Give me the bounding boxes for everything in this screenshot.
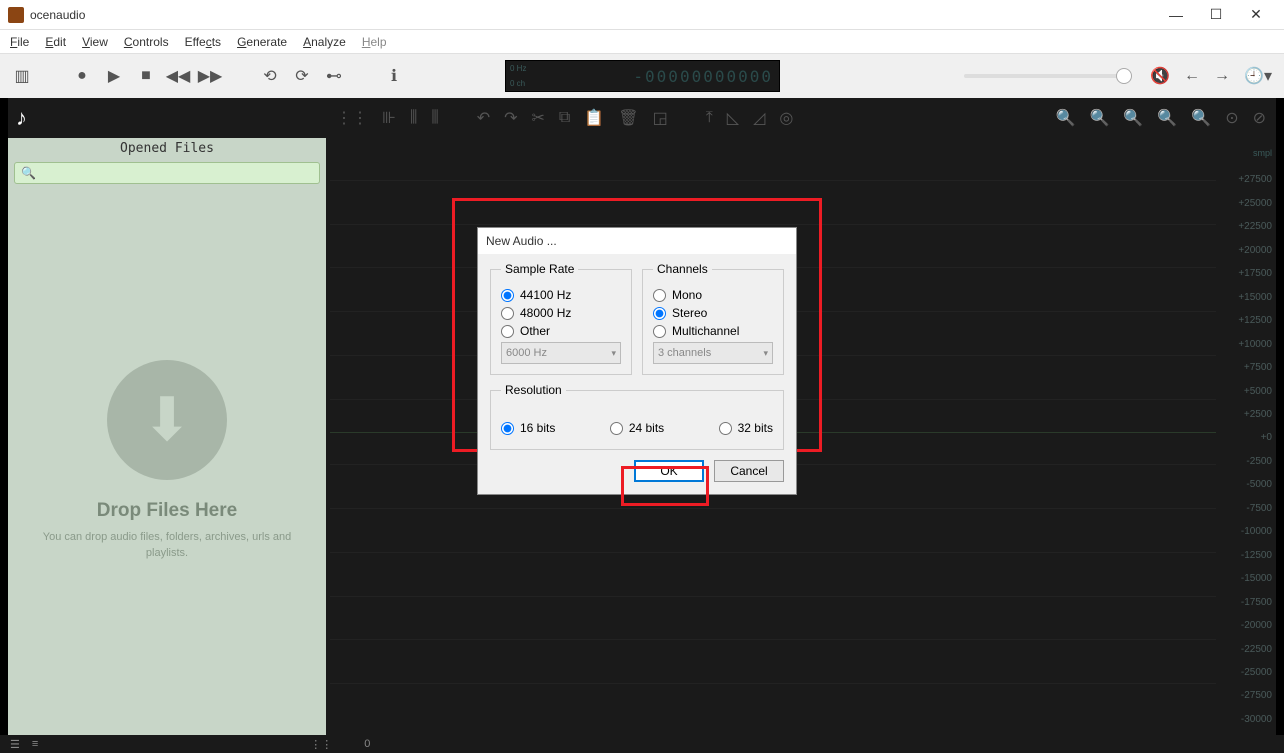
channels-legend: Channels	[653, 262, 712, 276]
tool1-icon[interactable]: ⊙	[1225, 108, 1238, 128]
drop-text: You can drop audio files, folders, archi…	[28, 530, 306, 561]
cancel-button[interactable]: Cancel	[714, 460, 784, 482]
menu-analyze[interactable]: Analyze	[303, 35, 346, 49]
sidebar-toggle-icon[interactable]: ▥	[10, 64, 34, 88]
copy-icon[interactable]: ⧉	[559, 109, 570, 127]
radio-24bits[interactable]: 24 bits	[610, 421, 664, 435]
chevron-down-icon: ▾	[611, 348, 616, 359]
menubar: File Edit View Controls Effects Generate…	[0, 30, 1284, 54]
record-icon[interactable]: ●	[70, 64, 94, 88]
meter-bot: 0 ch	[510, 79, 536, 88]
redo-icon[interactable]: ↷	[504, 108, 517, 128]
cut-icon[interactable]: ✂	[532, 108, 545, 128]
radio-48000[interactable]: 48000 Hz	[501, 306, 621, 320]
handle-icon[interactable]: ⋮⋮	[336, 108, 368, 128]
volume-slider[interactable]	[964, 74, 1124, 78]
stop-icon[interactable]: ■	[134, 64, 158, 88]
resolution-group: Resolution 16 bits 24 bits 32 bits	[490, 383, 784, 450]
search-icon: 🔍	[21, 166, 36, 180]
radio-stereo[interactable]: Stereo	[653, 306, 773, 320]
menu-help[interactable]: Help	[362, 35, 387, 49]
radio-multichannel[interactable]: Multichannel	[653, 324, 773, 338]
level-meter: 0 Hz 0 ch -00000000000	[505, 60, 780, 92]
menu-edit[interactable]: Edit	[45, 35, 66, 49]
channels-group: Channels Mono Stereo Multichannel 3 chan…	[642, 262, 784, 375]
menu-generate[interactable]: Generate	[237, 35, 287, 49]
canvas: ⋮⋮ ⊪ ⫼ ⫼ ↶ ↷ ✂ ⧉ 📋 🗑 ◲ ⤒ ◺ ◿ ◎ 🔍 🔍 🔍 🔍 🔍…	[326, 98, 1276, 735]
chevron-down-icon: ▾	[763, 348, 768, 359]
menu-view[interactable]: View	[82, 35, 108, 49]
menu-controls[interactable]: Controls	[124, 35, 169, 49]
dialog-title: New Audio ...	[478, 228, 796, 254]
app-icon	[8, 7, 24, 23]
undo-icon[interactable]: ↶	[477, 108, 490, 128]
ok-button[interactable]: OK	[634, 460, 704, 482]
next-icon[interactable]: →	[1214, 67, 1230, 85]
amplitude-ruler: smpl +27500 +25000 +22500 +20000 +17500 …	[1222, 148, 1272, 725]
zoom-in-icon[interactable]: 🔍	[1056, 108, 1076, 128]
fade-in-icon[interactable]: ⤒	[706, 109, 713, 127]
meter-top: 0 Hz	[510, 64, 536, 73]
waveform-icon[interactable]: ⊪	[382, 108, 396, 128]
menu-file[interactable]: File	[10, 35, 29, 49]
status-icon2[interactable]: ≡	[32, 738, 38, 750]
drop-heading: Drop Files Here	[97, 500, 237, 522]
eq-icon[interactable]: ⫼	[410, 109, 417, 127]
history-icon[interactable]: 🕘▾	[1244, 66, 1272, 86]
sidebar-header: Opened Files	[8, 138, 326, 160]
sample-rate-group: Sample Rate 44100 Hz 48000 Hz Other 6000…	[490, 262, 632, 375]
slider-thumb[interactable]	[1116, 68, 1132, 84]
radio-44100[interactable]: 44100 Hz	[501, 288, 621, 302]
menu-effects[interactable]: Effects	[185, 35, 221, 49]
loop-region-icon[interactable]: ⟳	[290, 64, 314, 88]
zoom-v-icon[interactable]: 🔍	[1191, 108, 1211, 128]
sample-rate-legend: Sample Rate	[501, 262, 578, 276]
zoom-out-icon[interactable]: 🔍	[1090, 108, 1110, 128]
meter-digits: -00000000000	[536, 61, 779, 91]
prev-icon[interactable]: ←	[1184, 67, 1200, 85]
ramp-up-icon[interactable]: ◺	[727, 108, 739, 128]
sample-rate-combo: 6000 Hz▾	[501, 342, 621, 364]
maximize-button[interactable]: ☐	[1196, 1, 1236, 29]
loop-icon[interactable]: ⟲	[258, 64, 282, 88]
mute-icon[interactable]: 🔇	[1150, 66, 1170, 86]
rewind-icon[interactable]: ◀◀	[166, 64, 190, 88]
app-title: ocenaudio	[30, 8, 1156, 22]
channels-combo: 3 channels▾	[653, 342, 773, 364]
ramp-down-icon[interactable]: ◿	[753, 108, 765, 128]
target-icon[interactable]: ◎	[779, 108, 793, 128]
radio-16bits[interactable]: 16 bits	[501, 421, 555, 435]
toggle-icon[interactable]: ⊷	[322, 64, 346, 88]
radio-other[interactable]: Other	[501, 324, 621, 338]
close-button[interactable]: ✕	[1236, 1, 1276, 29]
eq2-icon[interactable]: ⫼	[431, 109, 438, 127]
radio-32bits[interactable]: 32 bits	[719, 421, 773, 435]
play-icon[interactable]: ▶	[102, 64, 126, 88]
tool2-icon[interactable]: ⊘	[1253, 108, 1266, 128]
info-icon[interactable]: ℹ	[382, 64, 406, 88]
statusbar: ☰ ≡ ⋮⋮ 0	[0, 735, 1284, 753]
delete-icon[interactable]: 🗑	[618, 108, 638, 128]
zoom-sel-icon[interactable]: 🔍	[1123, 108, 1143, 128]
search-input[interactable]: 🔍	[14, 162, 320, 184]
titlebar: ocenaudio — ☐ ✕	[0, 0, 1284, 30]
note-icon: ♪	[8, 98, 326, 138]
radio-mono[interactable]: Mono	[653, 288, 773, 302]
zoom-fit-icon[interactable]: 🔍	[1157, 108, 1177, 128]
resolution-legend: Resolution	[501, 383, 566, 397]
ruler-unit: smpl	[1222, 148, 1272, 158]
canvas-toolbar: ⋮⋮ ⊪ ⫼ ⫼ ↶ ↷ ✂ ⧉ 📋 🗑 ◲ ⤒ ◺ ◿ ◎ 🔍 🔍 🔍 🔍 🔍…	[326, 98, 1276, 138]
toolbar: ▥ ● ▶ ■ ◀◀ ▶▶ ⟲ ⟳ ⊷ ℹ 0 Hz 0 ch -0000000…	[0, 54, 1284, 98]
new-audio-dialog: New Audio ... Sample Rate 44100 Hz 48000…	[477, 227, 797, 495]
status-zero: 0	[364, 738, 370, 750]
minimize-button[interactable]: —	[1156, 1, 1196, 29]
down-arrow-icon: ⬇	[142, 385, 192, 455]
forward-icon[interactable]: ▶▶	[198, 64, 222, 88]
drop-circle: ⬇	[107, 360, 227, 480]
drop-zone[interactable]: ⬇ Drop Files Here You can drop audio fil…	[8, 186, 326, 735]
sidebar: ♪ Opened Files 🔍 ⬇ Drop Files Here You c…	[8, 98, 326, 735]
crop-icon[interactable]: ◲	[653, 108, 668, 128]
paste-icon[interactable]: 📋	[584, 108, 604, 128]
status-icon1[interactable]: ☰	[10, 738, 20, 751]
